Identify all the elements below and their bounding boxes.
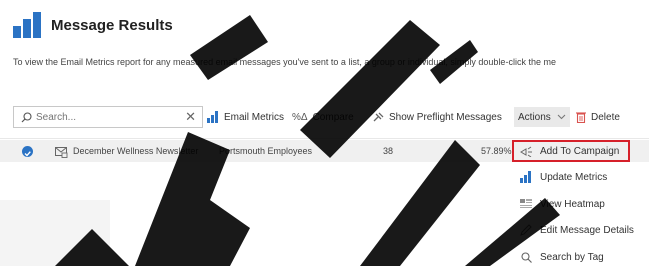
menu-item-label: View Heatmap [540, 198, 605, 210]
heatmap-icon [519, 199, 533, 209]
message-count: 38 [383, 146, 394, 156]
email-metrics-label: Email Metrics [224, 111, 285, 123]
actions-dropdown[interactable]: Actions [514, 107, 570, 127]
pencil-icon [519, 224, 533, 236]
bar-chart-icon [207, 111, 219, 123]
search-box[interactable]: ✕ [13, 106, 203, 128]
menu-item-view-heatmap[interactable]: View Heatmap [519, 195, 605, 213]
menu-item-label: Update Metrics [540, 171, 608, 183]
delete-label: Delete [591, 111, 620, 123]
search-icon [21, 112, 32, 123]
search-icon [519, 251, 533, 263]
message-rate: 57.89% [481, 146, 512, 156]
message-icon [55, 145, 68, 163]
page-title: Message Results [51, 17, 173, 34]
logo-bar-chart-icon [13, 12, 43, 38]
email-metrics-button[interactable]: Email Metrics [207, 108, 284, 126]
delete-button[interactable]: Delete [576, 108, 620, 126]
menu-item-search-by-tag[interactable]: Search by Tag [519, 248, 604, 266]
menu-item-edit-message-details[interactable]: Edit Message Details [519, 221, 634, 239]
show-preflight-button[interactable]: Show Preflight Messages [373, 108, 502, 126]
compare-button[interactable]: %Δ Compare [292, 108, 354, 126]
info-text: To view the Email Metrics report for any… [13, 57, 556, 67]
show-preflight-label: Show Preflight Messages [389, 111, 502, 123]
menu-item-label: Search by Tag [540, 251, 604, 263]
search-input[interactable] [36, 109, 176, 125]
table-header-divider [0, 138, 649, 139]
actions-label: Actions [518, 111, 551, 123]
empty-area [0, 200, 110, 266]
trash-icon [576, 111, 586, 123]
preflight-icon [373, 112, 384, 123]
message-name: December Wellness Newsletter [73, 146, 199, 156]
message-group: Portsmouth Employees [219, 146, 313, 156]
chevron-down-icon [557, 114, 566, 120]
bar-chart-icon [519, 171, 533, 183]
highlight-box [512, 140, 630, 162]
clear-search-icon[interactable]: ✕ [185, 109, 196, 125]
compare-icon: %Δ [292, 111, 308, 123]
compare-label: Compare [312, 111, 354, 123]
menu-item-label: Edit Message Details [540, 224, 634, 236]
menu-item-update-metrics[interactable]: Update Metrics [519, 168, 607, 186]
row-selected-checkbox[interactable] [22, 146, 33, 157]
